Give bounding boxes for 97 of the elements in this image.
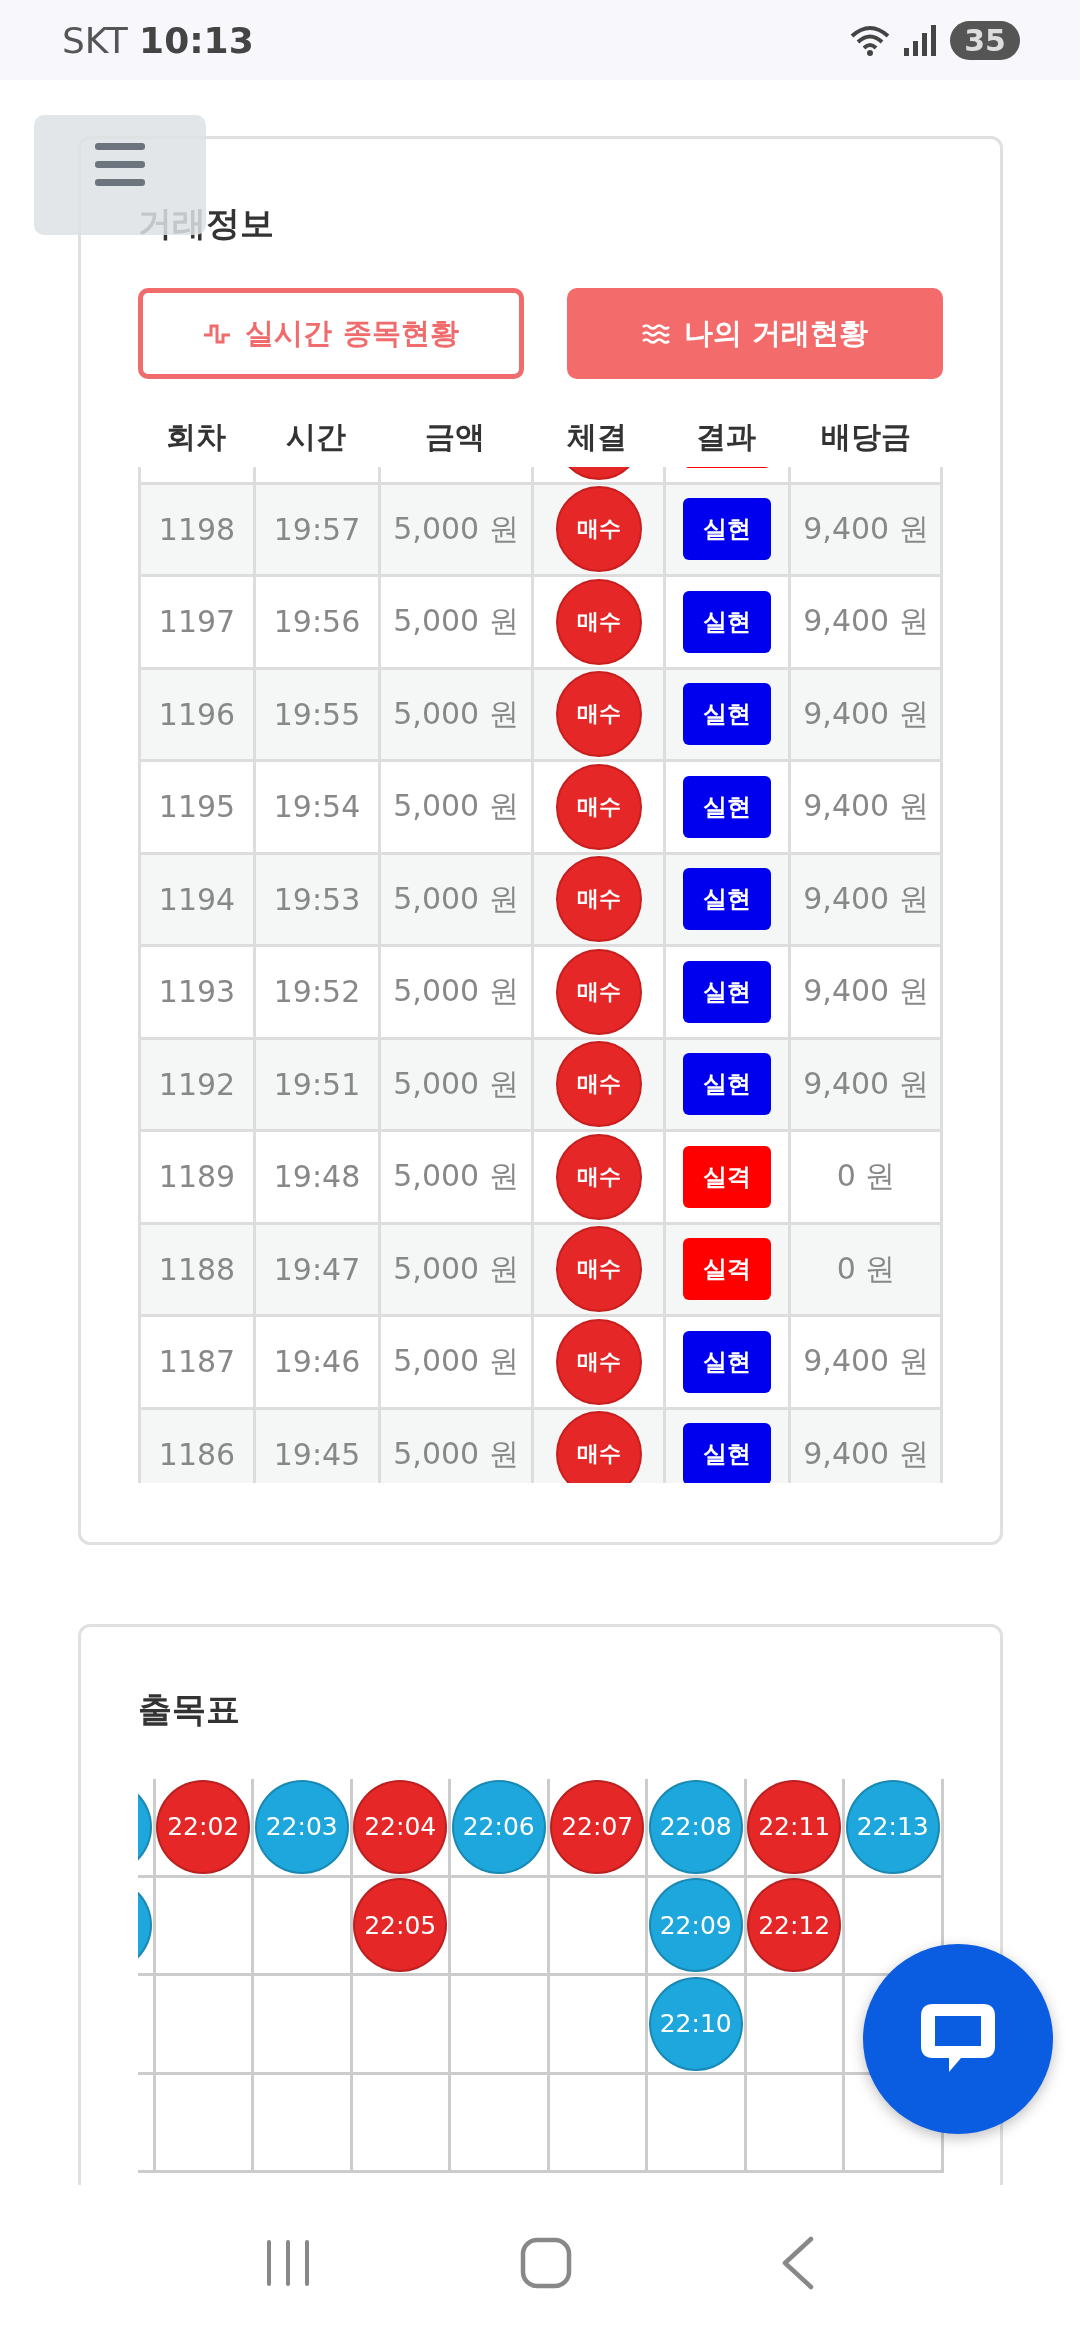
order-tag: 매수 bbox=[555, 948, 642, 1035]
result-tag: 실격 bbox=[683, 1238, 771, 1301]
result-tag: 실현 bbox=[683, 498, 771, 561]
table-cell-text: 5,000 원 bbox=[393, 602, 519, 641]
result-ball: 22:03 bbox=[254, 1779, 349, 1874]
table-cell-text: 9,400 원 bbox=[803, 1434, 929, 1473]
order-tag: 매수 bbox=[555, 1318, 642, 1405]
table-cell-text: 9,400 원 bbox=[803, 602, 929, 641]
table-cell-text: 5,000 원 bbox=[393, 694, 519, 733]
table-cell: 1194 bbox=[158, 881, 236, 917]
result-ball: 22:05 bbox=[353, 1878, 448, 1973]
table-cell: 1189 bbox=[158, 1159, 236, 1195]
order-tag: 매수 bbox=[555, 486, 642, 573]
result-ball: 22:11 bbox=[747, 1779, 842, 1874]
table-cell: 19:56 bbox=[273, 604, 361, 640]
result-ball: 22:04 bbox=[353, 1779, 448, 1874]
table-cell-text: 5,000 원 bbox=[393, 1434, 519, 1473]
column-header: 시간 bbox=[284, 417, 347, 456]
table-cell: 1186 bbox=[158, 1436, 236, 1472]
result-ball: 22:06 bbox=[451, 1779, 546, 1874]
order-tag: 매수 bbox=[555, 1411, 642, 1483]
table-cell-text: 0 원 bbox=[836, 1157, 896, 1196]
result-ball: 22:12 bbox=[747, 1878, 842, 1973]
order-tag: 매수 bbox=[555, 1226, 642, 1313]
table-cell: 1197 bbox=[158, 604, 236, 640]
result-tag: 실현 bbox=[683, 1423, 771, 1483]
table-cell-text: 5,000 원 bbox=[393, 972, 519, 1011]
wifi-icon bbox=[850, 24, 891, 56]
table-cell-text: 5,000 원 bbox=[393, 1064, 519, 1103]
table-cell-text: 9,400 원 bbox=[803, 1342, 929, 1381]
table-cell: 19:53 bbox=[273, 881, 361, 917]
table-cell: 19:54 bbox=[273, 789, 361, 825]
table-cell-text: 9,400 원 bbox=[803, 879, 929, 918]
table-cell: 19:46 bbox=[273, 1344, 361, 1380]
table-cell: 1195 bbox=[158, 789, 236, 825]
column-header: 금액 bbox=[423, 417, 486, 456]
table-cell: 1192 bbox=[158, 1066, 236, 1102]
column-header: 체결 bbox=[566, 417, 628, 456]
result-ball: 22:10 bbox=[648, 1976, 743, 2071]
menu-icon bbox=[95, 143, 145, 187]
table-cell: 1198 bbox=[158, 511, 236, 547]
result-ball: 22:09 bbox=[648, 1878, 743, 1973]
column-header: 결과 bbox=[694, 417, 757, 456]
column-header: 배당금 bbox=[820, 417, 912, 456]
table-cell-text: 9,400 원 bbox=[803, 509, 929, 548]
table-cell: 1188 bbox=[158, 1251, 236, 1287]
table-cell-text: 5,000 원 bbox=[393, 1342, 519, 1381]
result-tag: 실현 bbox=[683, 960, 771, 1023]
home-icon[interactable] bbox=[520, 2236, 572, 2289]
table-cell: 1196 bbox=[158, 696, 236, 732]
result-tag: 실현 bbox=[683, 868, 771, 931]
table-cell-text: 9,400 원 bbox=[803, 787, 929, 826]
result-tag: 실현 bbox=[683, 590, 771, 653]
table-cell-text: 9,400 원 bbox=[803, 1064, 929, 1103]
table-cell: 1187 bbox=[158, 1344, 236, 1380]
table-cell: 19:45 bbox=[273, 1436, 361, 1472]
waves-icon bbox=[641, 323, 670, 344]
table-cell-text: 9,400 원 bbox=[803, 972, 929, 1011]
result-ball: 22:02 bbox=[156, 1779, 251, 1874]
tab[interactable]: 나의 거래현황 bbox=[567, 288, 943, 379]
result-ball: 22:08 bbox=[648, 1779, 743, 1874]
table-cell-text: 5,000 원 bbox=[393, 1249, 519, 1288]
battery-level: 35 bbox=[950, 20, 1020, 60]
section-title: 거래정보 bbox=[138, 202, 275, 245]
order-tag: 매수 bbox=[555, 1041, 642, 1128]
column-header: 회차 bbox=[164, 417, 227, 456]
table-cell-text: 5,000 원 bbox=[393, 787, 519, 826]
table-cell-text: 9,400 원 bbox=[803, 694, 929, 733]
tab[interactable]: 실시간 종목현황 bbox=[138, 288, 524, 379]
order-tag: 매수 bbox=[555, 1133, 642, 1220]
order-tag: 매수 bbox=[555, 856, 642, 943]
order-tag: 매수 bbox=[555, 763, 642, 850]
result-tag: 실현 bbox=[683, 683, 771, 746]
recent-apps-icon[interactable] bbox=[264, 2237, 311, 2288]
order-tag: 매수 bbox=[555, 578, 642, 665]
table-cell-text: 5,000 원 bbox=[393, 879, 519, 918]
table-cell: 1193 bbox=[158, 974, 236, 1010]
signal-icon bbox=[902, 24, 939, 56]
result-tag: 실현 bbox=[683, 1053, 771, 1116]
table-cell-text: 5,000 원 bbox=[393, 1157, 519, 1196]
table-cell: 19:48 bbox=[273, 1159, 361, 1195]
result-tag: 실격 bbox=[683, 1145, 771, 1208]
table-cell: 19:55 bbox=[273, 696, 361, 732]
table-cell-text: 5,000 원 bbox=[393, 509, 519, 548]
section-title: 출목표 bbox=[138, 1688, 241, 1731]
table-cell: 19:57 bbox=[273, 511, 361, 547]
result-tag: 실현 bbox=[683, 1330, 771, 1393]
order-tag: 매수 bbox=[555, 671, 642, 758]
table-cell: 19:51 bbox=[273, 1066, 361, 1102]
table-cell-text: 0 원 bbox=[836, 1249, 896, 1288]
table-cell: 19:47 bbox=[273, 1251, 361, 1287]
carrier-time: SKT 10:13 bbox=[62, 19, 254, 61]
result-tag: 실현 bbox=[683, 775, 771, 838]
result-ball: 22:07 bbox=[550, 1779, 645, 1874]
back-icon[interactable] bbox=[781, 2235, 816, 2290]
result-ball: 22:13 bbox=[845, 1779, 940, 1874]
table-cell: 19:52 bbox=[273, 974, 361, 1010]
